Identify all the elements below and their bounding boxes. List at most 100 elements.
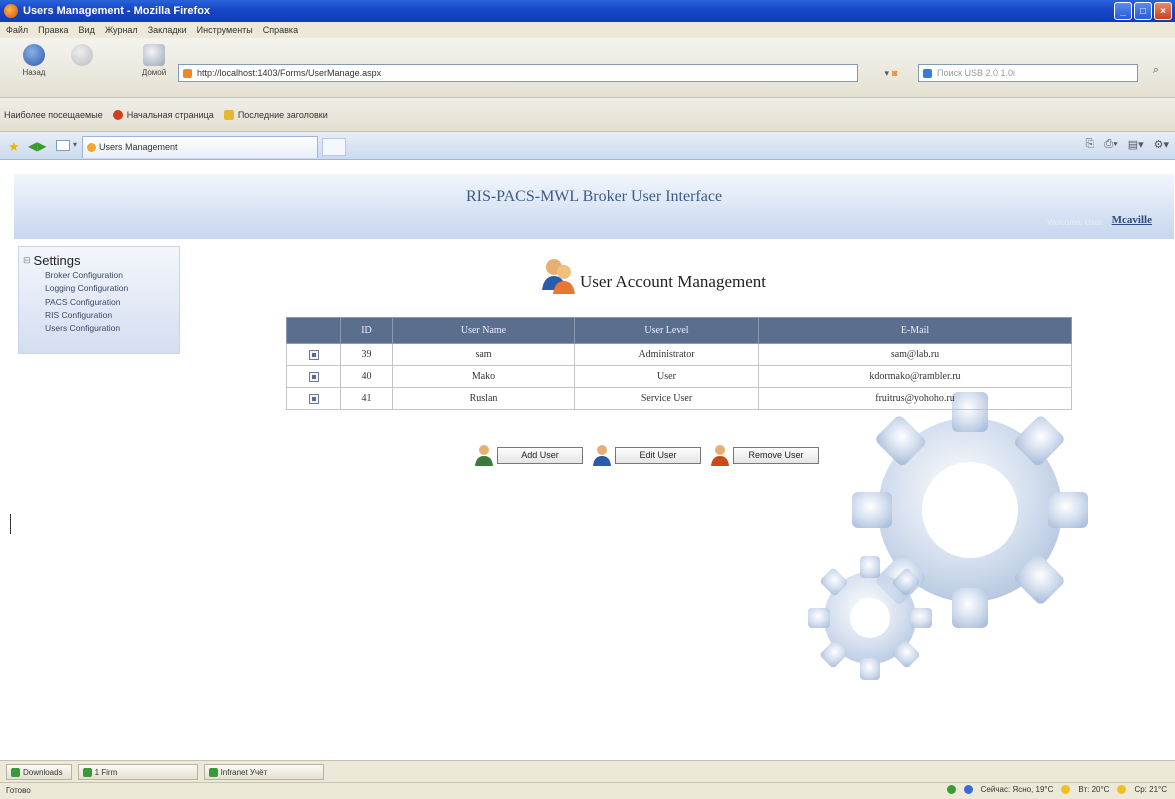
tab-tools: ⎘ ⎙▾ ▤▾ ⚙▾ [1085, 138, 1169, 151]
dropdown-arrow-icon: ▾ [884, 67, 890, 78]
cell-email: sam@lab.ru [758, 343, 1072, 366]
cell-id: 39 [340, 343, 393, 366]
security-icon[interactable] [946, 785, 956, 794]
row-select-cell [286, 365, 341, 388]
management-title: User Account Management [580, 272, 766, 291]
cell-user-level: Service User [574, 387, 759, 410]
tab-list-chevron-icon[interactable]: ▾ [73, 140, 77, 149]
search-icon[interactable]: ⌕ [1142, 64, 1170, 82]
url-bar[interactable]: http://localhost:1403/Forms/UserManage.a… [178, 64, 858, 82]
cell-user-name: Mako [392, 365, 575, 388]
bookmark-latest-headlines[interactable]: Последние заголовки [223, 109, 328, 120]
gear-icon[interactable]: ⚙▾ [1154, 138, 1169, 151]
network-icon[interactable] [963, 785, 973, 794]
tab-grid-icon[interactable] [56, 140, 70, 151]
tab-users-management[interactable]: Users Management [82, 136, 318, 158]
menu-view[interactable]: Вид [79, 25, 95, 35]
sidebar-item-users[interactable]: Users Configuration [45, 322, 128, 335]
table-row[interactable]: 39 sam Administrator sam@lab.ru [286, 343, 1072, 366]
users-table: ID User Name User Level E-Mail 39 sam Ad… [286, 317, 1072, 410]
gears-icon [808, 392, 1088, 680]
header-user-name[interactable]: User Name [392, 317, 575, 344]
cell-user-name: sam [392, 343, 575, 366]
row-checkbox[interactable] [308, 371, 319, 382]
window-titlebar: Users Management - Mozilla Firefox _ □ × [0, 0, 1175, 22]
tab-back-icon[interactable]: ◀▶ [28, 139, 46, 153]
search-input[interactable]: Поиск USB 2.0 1.0i [918, 64, 1138, 82]
firefox-icon [4, 4, 18, 18]
home-button[interactable]: Домой [134, 44, 174, 77]
bookmark-icon [112, 109, 123, 120]
bookmark-most-visited[interactable]: Наиболее посещаемые [4, 110, 103, 120]
print-icon[interactable]: ⎙▾ [1104, 138, 1117, 151]
cell-id: 41 [340, 387, 393, 410]
minimize-button[interactable]: _ [1114, 2, 1132, 20]
downloads-icon [11, 767, 20, 777]
weather-now[interactable]: Сейчас: Ясно, 19°C [981, 785, 1054, 794]
downloads-label: Downloads [23, 767, 63, 777]
settings-heading[interactable]: ⊟ Settings [23, 253, 81, 268]
table-row[interactable]: 40 Mako User kdormako@rambler.ru [286, 365, 1072, 388]
users-icon [542, 259, 575, 294]
sidebar-item-ris[interactable]: RIS Configuration [45, 309, 128, 322]
row-checkbox[interactable] [308, 393, 319, 404]
sidebar-item-logging[interactable]: Logging Configuration [45, 282, 128, 295]
rss-icon: ◙ [892, 68, 898, 78]
weather-tomorrow[interactable]: Ср: 21°C [1134, 785, 1167, 794]
close-button[interactable]: × [1154, 2, 1172, 20]
table-row[interactable]: 41 Ruslan Service User fruitrus@yohoho.r… [286, 387, 1072, 410]
menu-bookmarks[interactable]: Закладки [148, 25, 187, 35]
page-icon[interactable]: ⎘ [1085, 138, 1094, 151]
maximize-button[interactable]: □ [1134, 2, 1152, 20]
file-icon [208, 767, 218, 777]
url-go-button[interactable]: ▾ ◙ [868, 64, 914, 82]
window-controls: _ □ × [1114, 2, 1172, 20]
forward-arrow-icon [71, 44, 93, 66]
window-title: Users Management - Mozilla Firefox [23, 5, 211, 17]
settings-menu: Broker Configuration Logging Configurati… [45, 269, 128, 335]
download-item-firm-label: 1 Firm [94, 767, 118, 777]
remove-user-button[interactable]: Remove User [733, 446, 819, 464]
header-user-level[interactable]: User Level [574, 317, 759, 344]
new-tab-button[interactable] [322, 138, 346, 156]
star-icon[interactable]: ★ [8, 139, 20, 155]
username-link[interactable]: Mcaville [1112, 214, 1152, 226]
back-button[interactable]: Назад [14, 44, 54, 77]
status-bar: Готово Сейчас: Ясно, 19°C Вт: 20°C Ср: 2… [0, 782, 1175, 799]
bookmark-start-page[interactable]: Начальная страница [112, 109, 214, 120]
add-user-icon [475, 445, 493, 466]
sidebar-item-broker[interactable]: Broker Configuration [45, 269, 128, 282]
row-checkbox[interactable] [308, 349, 319, 360]
row-select-cell [286, 387, 341, 410]
sun-icon [1117, 785, 1127, 794]
forward-button[interactable] [62, 44, 102, 68]
user-actions: Add User Edit User Remove User [473, 443, 819, 467]
bookmark-start-page-label: Начальная страница [126, 109, 214, 120]
page-menu-icon[interactable]: ▤▾ [1128, 138, 1144, 151]
header-id[interactable]: ID [340, 317, 393, 344]
menu-tools[interactable]: Инструменты [197, 25, 253, 35]
menu-edit[interactable]: Правка [38, 25, 68, 35]
download-item-firm[interactable]: 1 Firm [77, 763, 198, 780]
menu-history[interactable]: Журнал [105, 25, 138, 35]
sidebar-item-pacs[interactable]: PACS Configuration [45, 296, 128, 309]
menu-file[interactable]: Файл [6, 25, 28, 35]
menu-help[interactable]: Справка [263, 25, 298, 35]
download-item-infranet[interactable]: Infranet Учёт [203, 763, 324, 780]
welcome-text: Welcome, User: [1047, 218, 1104, 227]
weather-today[interactable]: Вт: 20°C [1078, 785, 1109, 794]
home-icon [143, 44, 165, 66]
cell-email: kdormako@rambler.ru [758, 365, 1072, 388]
app-title: RIS-PACS-MWL Broker User Interface [465, 188, 723, 205]
back-label: Назад [22, 68, 46, 77]
edit-user-button[interactable]: Edit User [615, 446, 701, 464]
status-text: Готово [6, 786, 31, 795]
edit-user-icon [593, 445, 611, 466]
header-email[interactable]: E-Mail [758, 317, 1072, 344]
downloads-button[interactable]: Downloads [6, 763, 72, 780]
navigation-toolbar: Назад Домой http://localhost:1403/Forms/… [0, 38, 1175, 98]
table-header-row: ID User Name User Level E-Mail [286, 317, 1072, 344]
add-user-button[interactable]: Add User [497, 446, 583, 464]
home-label: Домой [141, 68, 167, 77]
collapse-icon[interactable]: ⊟ [23, 255, 31, 266]
